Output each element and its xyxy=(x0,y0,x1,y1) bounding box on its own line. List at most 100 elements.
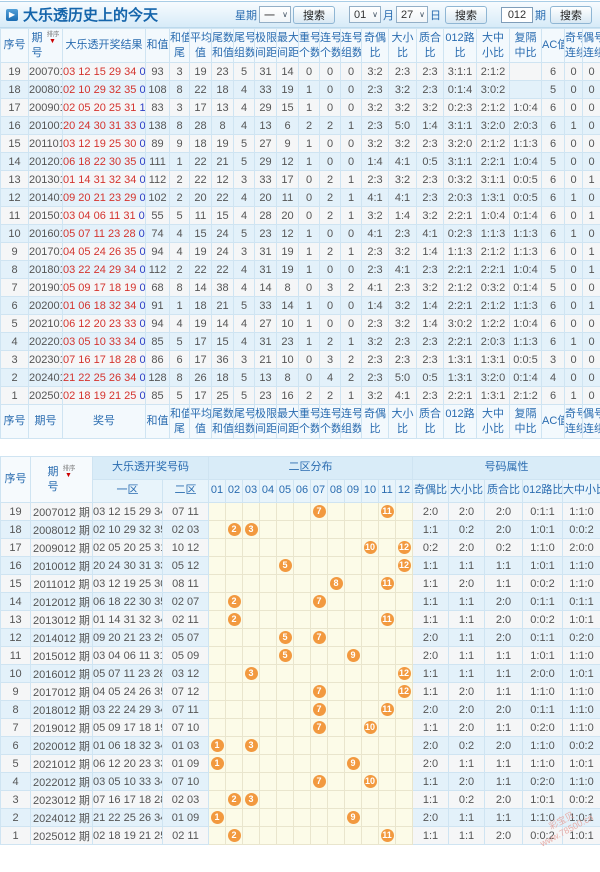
dist-cell xyxy=(276,718,294,737)
stat-cell: 3:2 xyxy=(388,296,417,315)
dist-cell xyxy=(242,628,260,647)
back-number-ball: 9 xyxy=(346,757,360,770)
weekday-search-button[interactable]: 搜索 xyxy=(293,5,335,24)
stat-cell: 0 xyxy=(564,134,583,153)
back-number-ball: 2 xyxy=(227,793,241,806)
dist-cell xyxy=(259,574,277,593)
stat-cell: 0 xyxy=(582,332,600,351)
dist-cell: 10 xyxy=(361,538,379,557)
stat-cell: 15 xyxy=(276,98,299,117)
attr-cell: 1:0:1 xyxy=(562,826,600,845)
stat-cell: 2:2:1 xyxy=(443,332,477,351)
dist-col-header: 08 xyxy=(327,479,345,503)
month-select[interactable]: 01 ∨ xyxy=(349,6,381,23)
zone2-numbers-cell: 01 09 xyxy=(162,754,209,773)
column-header: 大小比 xyxy=(388,28,417,63)
weekday-select[interactable]: 一 ∨ xyxy=(259,6,291,23)
back-number-ball: 7 xyxy=(312,703,326,716)
zone2-numbers-cell: 01 09 xyxy=(162,808,209,827)
period-cell: 2013012 期 xyxy=(30,610,93,629)
stat-cell: 0 xyxy=(298,350,320,369)
stat-cell: 2:1:2 xyxy=(509,386,542,405)
column-header: 连号 组数 xyxy=(340,404,362,439)
period-cell: 2019012 期 xyxy=(30,718,93,737)
day-select[interactable]: 27 ∨ xyxy=(396,6,428,23)
dist-col-header: 11 xyxy=(378,479,396,503)
stat-cell: 4 xyxy=(233,206,255,225)
attr-cell: 0:1:1 xyxy=(562,592,600,611)
period-cell: 2025012 期 xyxy=(30,826,93,845)
dist-cell: 11 xyxy=(378,502,396,521)
back-numbers: 03 12 xyxy=(138,227,145,240)
column-header: 序号 xyxy=(0,404,29,439)
stat-cell: 3:0:2 xyxy=(476,80,510,99)
result-cell: 09 20 21 23 29 05 07 xyxy=(62,188,146,207)
stat-cell: 5 xyxy=(233,386,255,405)
period-cell: 2018012 期 xyxy=(30,700,93,719)
back-numbers: 07 12 xyxy=(139,245,146,258)
stat-cell: 85 xyxy=(145,386,170,405)
attr-cell: 1:0:1 xyxy=(562,754,600,773)
dist-cell xyxy=(293,538,311,557)
period-cell: 2008012 xyxy=(28,80,63,99)
attr-cell: 2:0 xyxy=(412,754,449,773)
stat-cell: 14 xyxy=(276,296,299,315)
stat-cell: 1:1:3 xyxy=(443,242,477,261)
front-numbers: 01 14 31 32 34 xyxy=(63,173,137,186)
period-column-header[interactable]: 期号排序 ▼ xyxy=(30,456,93,503)
table-row: 17 2009012 期 02 05 20 25 31 10 12 10 12 0:2 2:0… xyxy=(0,538,600,557)
stat-cell: 14 xyxy=(211,314,234,333)
stat-cell: 0 xyxy=(340,152,362,171)
column-header: 奇偶比 xyxy=(361,404,389,439)
result-cell: 01 06 18 32 34 01 03 xyxy=(62,296,146,315)
dist-cell xyxy=(242,610,260,629)
dist-cell xyxy=(276,574,294,593)
stat-cell: 5 xyxy=(233,224,255,243)
column-header: 最大 间距 xyxy=(276,28,299,63)
sort-control[interactable]: 排序 ▼ xyxy=(62,465,76,480)
stat-cell: 0:1:4 xyxy=(443,80,477,99)
stat-cell: 0 xyxy=(582,386,600,405)
stat-cell: 22 xyxy=(189,80,212,99)
stat-cell: 0:1:4 xyxy=(509,206,542,225)
issue-input[interactable] xyxy=(501,6,533,23)
dist-cell xyxy=(344,538,362,557)
stat-cell: 1:2:2 xyxy=(476,314,510,333)
stat-cell: 19 xyxy=(189,314,212,333)
back-number-ball: 12 xyxy=(397,559,411,572)
stat-cell: 5 xyxy=(169,206,190,225)
zone1-numbers-cell: 03 12 15 29 34 xyxy=(92,502,163,521)
stat-cell: 20 xyxy=(276,206,299,225)
dist-cell xyxy=(310,754,328,773)
dist-cell xyxy=(293,592,311,611)
stat-cell: 4:1 xyxy=(361,278,389,297)
stat-cell: 2:3 xyxy=(388,350,417,369)
table-row: 10 2016012 期 05 07 11 23 28 03 12 3 12 1:1 1:1 1… xyxy=(0,664,600,683)
table-row: 8201801203 22 24 29 34 07 11112222224311… xyxy=(0,260,600,279)
dist-cell xyxy=(344,718,362,737)
stat-cell: 1:4 xyxy=(361,296,389,315)
stat-cell: 1:4 xyxy=(388,206,417,225)
stat-cell: 18 xyxy=(211,80,234,99)
column-header: 平均值 xyxy=(189,28,212,63)
dist-cell: 11 xyxy=(378,826,396,845)
column-header[interactable]: 期号排序 ▼ xyxy=(28,28,63,63)
stat-cell: 6 xyxy=(541,242,565,261)
dist-cell xyxy=(327,592,345,611)
dist-cell xyxy=(361,610,379,629)
dist-cell: 7 xyxy=(310,502,328,521)
stat-cell: 19 xyxy=(276,80,299,99)
date-search-button[interactable]: 搜索 xyxy=(445,5,487,24)
dist-cell xyxy=(208,628,226,647)
dist-cell xyxy=(395,754,413,773)
sort-control[interactable]: 排序 ▼ xyxy=(46,31,60,46)
attr-cell: 2:0 xyxy=(412,700,449,719)
issue-search-button[interactable]: 搜索 xyxy=(550,5,592,24)
attr-cell: 1:0:1 xyxy=(562,610,600,629)
stat-cell: 1:3:1 xyxy=(476,188,510,207)
table-row: 19 2007012 期 03 12 15 29 34 07 11 7 11 2:0 2:0 2… xyxy=(0,502,600,521)
stat-cell: 4:1 xyxy=(416,224,444,243)
back-number-ball: 7 xyxy=(312,505,326,518)
back-number-ball: 11 xyxy=(380,703,394,716)
period-cell: 2007012 期 xyxy=(30,502,93,521)
